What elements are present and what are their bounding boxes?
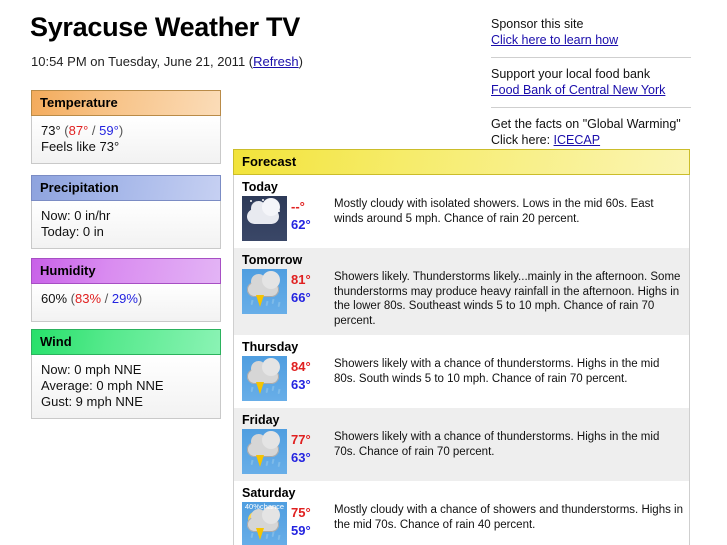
forecast-description: Mostly cloudy with a chance of showers a… xyxy=(334,504,683,531)
forecast-row: Tomorrow 81° 66° Showers likely. Thundersto… xyxy=(234,248,689,335)
humidity-slash: / xyxy=(101,291,112,306)
panel-temperature-body: 73° (87° / 59°) Feels like 73° xyxy=(31,116,221,164)
refresh-link[interactable]: Refresh xyxy=(253,54,299,69)
timestamp: 10:54 PM on Tuesday, June 21, 2011 (Refr… xyxy=(31,54,303,69)
forecast-high: 75° xyxy=(291,505,311,520)
panel-precipitation-title: Precipitation xyxy=(31,175,221,201)
humidity-paren-close: ) xyxy=(137,291,143,306)
sponsor-link-2[interactable]: Food Bank of Central New York xyxy=(491,83,665,97)
panel-temperature: Temperature 73° (87° / 59°) Feels like 7… xyxy=(31,90,221,164)
forecast-row: Saturday 40%chance 75° 59° Mostly cloudy wit… xyxy=(234,481,689,545)
temperature-paren-open: ( xyxy=(60,123,69,138)
sponsor-block-1: Sponsor this site Click here to learn ho… xyxy=(491,16,691,48)
panel-wind-title: Wind xyxy=(31,329,221,355)
forecast-day-name: Today xyxy=(242,180,278,194)
forecast-title: Forecast xyxy=(233,149,690,175)
forecast-row: Friday 77° 63° Showers likely with a chance… xyxy=(234,408,689,481)
thunderstorm-icon xyxy=(242,269,287,314)
forecast-row: Thursday 84° 63° Showers likely with a chan… xyxy=(234,335,689,408)
sponsor-divider-2 xyxy=(491,107,691,108)
temperature-paren-close: ) xyxy=(118,123,124,138)
thunderstorm-icon xyxy=(242,429,287,474)
forecast-description: Mostly cloudy with isolated showers. Low… xyxy=(334,198,654,225)
icon-chance-label: 40%chance xyxy=(244,502,285,511)
sponsor-text-3: Get the facts on "Global Warming" xyxy=(491,117,681,131)
humidity-paren-open: ( xyxy=(67,291,75,306)
forecast-low: 66° xyxy=(291,290,311,305)
forecast-low: 62° xyxy=(291,217,311,232)
wind-gust: Gust: 9 mph NNE xyxy=(41,394,143,409)
wind-average: Average: 0 mph NNE xyxy=(41,378,164,393)
sponsor-link-3-prefix: Click here: xyxy=(491,133,554,147)
sponsor-block-2: Support your local food bank Food Bank o… xyxy=(491,66,691,98)
forecast-high: --° xyxy=(291,199,305,214)
sponsor-link-1[interactable]: Click here to learn how xyxy=(491,33,618,47)
precipitation-now: Now: 0 in/hr xyxy=(41,208,111,223)
forecast-rows: Today --° 62° Mostly cloudy with isolated s… xyxy=(233,175,690,545)
humidity-current: 60% xyxy=(41,291,68,306)
forecast-low: 59° xyxy=(291,523,311,538)
temperature-slash: / xyxy=(88,123,100,138)
forecast-day-name: Saturday xyxy=(242,486,296,500)
page-title: Syracuse Weather TV xyxy=(30,12,300,42)
sponsor-link-3[interactable]: ICECAP xyxy=(554,133,601,147)
sponsor-block-3: Get the facts on "Global Warming" Click … xyxy=(491,116,691,148)
timestamp-suffix: ) xyxy=(298,54,303,69)
precipitation-today: Today: 0 in xyxy=(41,224,104,239)
humidity-high: 83% xyxy=(74,291,102,306)
sponsor-divider-1 xyxy=(491,57,691,58)
forecast-description: Showers likely. Thunderstorms likely...m… xyxy=(334,271,681,327)
panel-wind: Wind Now: 0 mph NNE Average: 0 mph NNE G… xyxy=(31,329,221,419)
sponsor-area: Sponsor this site Click here to learn ho… xyxy=(491,16,691,148)
panel-humidity: Humidity 60% (83% / 29%) xyxy=(31,258,221,322)
sun-cloud-thunderstorm-icon: 40%chance xyxy=(242,502,287,545)
sponsor-text-1: Sponsor this site xyxy=(491,17,584,31)
panel-wind-body: Now: 0 mph NNE Average: 0 mph NNE Gust: … xyxy=(31,355,221,419)
panel-precipitation: Precipitation Now: 0 in/hr Today: 0 in xyxy=(31,175,221,249)
forecast-high: 84° xyxy=(291,359,311,374)
panel-temperature-title: Temperature xyxy=(31,90,221,116)
forecast-row: Today --° 62° Mostly cloudy with isolated s… xyxy=(234,175,689,248)
wind-now: Now: 0 mph NNE xyxy=(41,362,142,377)
temperature-low: 59° xyxy=(99,123,119,138)
timestamp-text: 10:54 PM on Tuesday, June 21, 2011 ( xyxy=(31,54,254,69)
panel-humidity-body: 60% (83% / 29%) xyxy=(31,284,221,322)
temperature-high: 87° xyxy=(68,123,89,138)
forecast-day-name: Friday xyxy=(242,413,280,427)
humidity-low: 29% xyxy=(111,291,138,306)
temperature-current: 73° xyxy=(41,123,61,138)
humidity-reading: 60% (83% / 29%) xyxy=(41,291,220,307)
temperature-feels-like: Feels like 73° xyxy=(41,139,120,154)
forecast-panel: Forecast Today --° 62° Mostly cloudy with i… xyxy=(233,149,690,545)
forecast-description: Showers likely with a chance of thunders… xyxy=(334,358,660,385)
temperature-reading: 73° (87° / 59°) xyxy=(41,123,220,139)
thunderstorm-icon xyxy=(242,356,287,401)
panel-precipitation-body: Now: 0 in/hr Today: 0 in xyxy=(31,201,221,249)
forecast-high: 77° xyxy=(291,432,311,447)
sponsor-text-2: Support your local food bank xyxy=(491,67,651,81)
forecast-high: 81° xyxy=(291,272,311,287)
sponsor-link-3-wrap: Click here: ICECAP xyxy=(491,132,691,148)
forecast-day-name: Tomorrow xyxy=(242,253,303,267)
forecast-low: 63° xyxy=(291,450,311,465)
forecast-description: Showers likely with a chance of thunders… xyxy=(334,431,660,458)
forecast-day-name: Thursday xyxy=(242,340,299,354)
weather-page: Syracuse Weather TV 10:54 PM on Tuesday,… xyxy=(0,0,727,545)
forecast-low: 63° xyxy=(291,377,311,392)
night-mostly-cloudy-icon xyxy=(242,196,287,241)
panel-humidity-title: Humidity xyxy=(31,258,221,284)
